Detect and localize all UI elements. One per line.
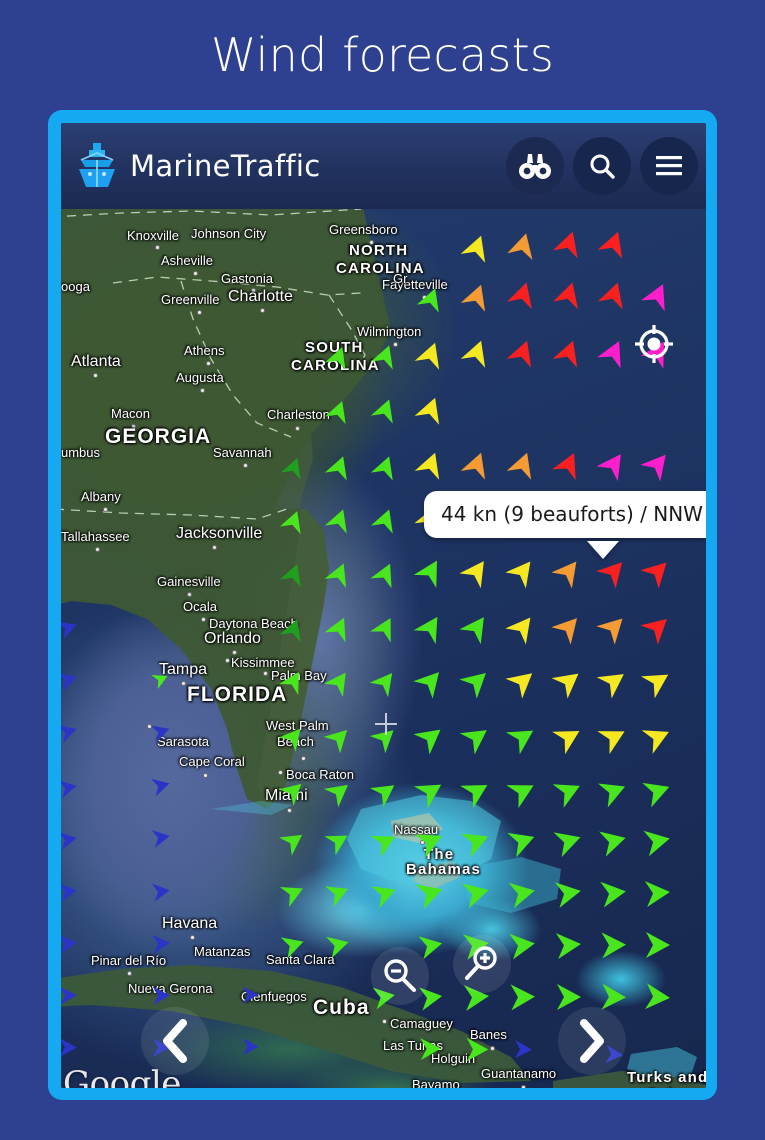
locate-button[interactable] <box>631 321 677 367</box>
binoculars-button[interactable] <box>506 137 564 195</box>
zoom-out-button[interactable] <box>371 947 429 1005</box>
map-canvas[interactable]: Knoxville Johnson City Greensboro Asheville… <box>61 209 706 1088</box>
device-frame: MarineTraffic Knoxville Johnson City Gre… <box>48 110 717 1100</box>
map-center-crosshair <box>375 713 397 735</box>
hamburger-menu-icon <box>656 156 682 176</box>
previous-forecast-button[interactable] <box>141 1007 209 1075</box>
wind-tooltip-pointer <box>587 541 619 559</box>
wind-tooltip: 44 kn (9 beauforts) / NNW / 19°C <box>424 491 706 559</box>
app-header: MarineTraffic <box>61 123 706 209</box>
next-forecast-button[interactable] <box>558 1007 626 1075</box>
ship-icon <box>79 143 115 187</box>
brand[interactable]: MarineTraffic <box>75 141 320 191</box>
locate-crosshair-icon <box>635 325 673 363</box>
search-button[interactable] <box>573 137 631 195</box>
menu-button[interactable] <box>640 137 698 195</box>
wind-tooltip-text: 44 kn (9 beauforts) / NNW / 19°C <box>424 491 706 538</box>
zoom-in-button[interactable] <box>453 935 511 993</box>
binoculars-icon <box>519 154 551 179</box>
zoom-out-magnifier-icon <box>384 959 416 992</box>
chevron-left-icon <box>163 1019 187 1063</box>
chevron-right-icon <box>580 1019 604 1063</box>
app-screen: MarineTraffic Knoxville Johnson City Gre… <box>61 123 706 1088</box>
search-icon <box>590 154 615 179</box>
zoom-in-magnifier-icon <box>465 946 497 980</box>
page-title: Wind forecasts <box>210 28 555 82</box>
brand-name: MarineTraffic <box>130 149 321 183</box>
header-actions <box>506 123 698 209</box>
